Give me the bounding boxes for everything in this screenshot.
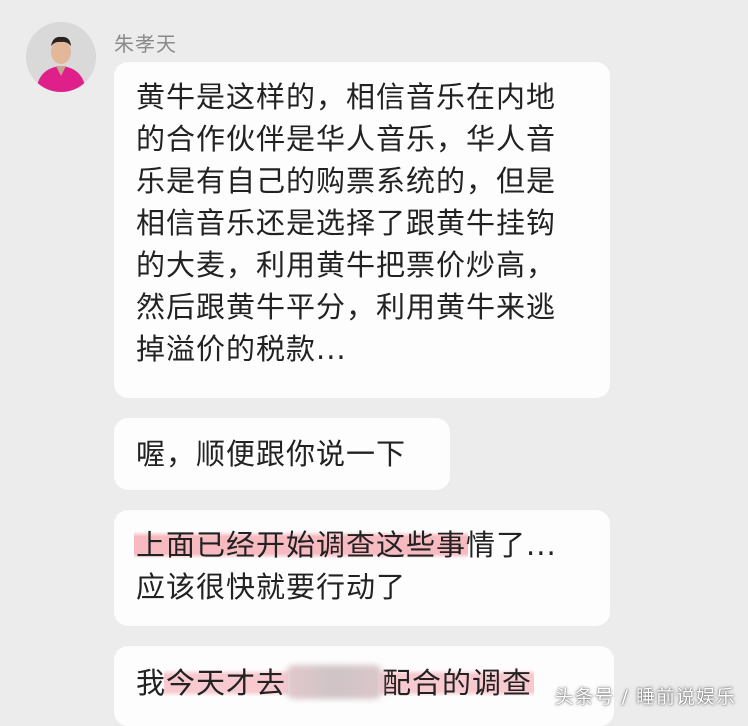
- message-line: 我今天才去 配合的调查: [136, 662, 592, 704]
- message-text: 我: [136, 666, 167, 700]
- highlighted-text: 今天才去: [164, 666, 289, 700]
- message-line: 乐是有自己的购票系统的，但是: [136, 164, 557, 198]
- watermark: 头条号 / 睡前说娱乐: [554, 686, 736, 708]
- message-bubble-4[interactable]: 我今天才去 配合的调查: [114, 646, 614, 726]
- person-avatar-icon: [26, 22, 96, 92]
- message-line: 然后跟黄牛平分，利用黄牛来逃: [136, 290, 557, 324]
- message-line: 相信音乐还是选择了跟黄牛挂钩: [136, 206, 557, 240]
- message-bubble-3[interactable]: 上面已经开始调查这些事情了... 应该很快就要行动了: [114, 510, 610, 626]
- highlighted-text: 配合的调查: [380, 666, 535, 700]
- message-text: 情了...: [466, 528, 557, 562]
- message-line: 喔，顺便跟你说一下: [136, 437, 407, 471]
- highlighted-text: 上面已经开始调查这些事: [134, 528, 469, 562]
- message-line: 的合作伙伴是华人音乐，华人音: [136, 122, 557, 156]
- message-line: 黄牛是这样的，相信音乐在内地: [136, 80, 557, 114]
- sender-name: 朱孝天: [114, 32, 177, 56]
- avatar[interactable]: [26, 22, 96, 92]
- message-bubble-1[interactable]: 黄牛是这样的，相信音乐在内地 的合作伙伴是华人音乐，华人音 乐是有自己的购票系统…: [114, 62, 610, 398]
- message-line: 上面已经开始调查这些事情了...: [134, 524, 588, 566]
- redacted-blur: [286, 665, 383, 699]
- message-line: 应该很快就要行动了: [136, 570, 407, 604]
- message-line: 掉溢价的税款...: [136, 332, 347, 366]
- message-bubble-2[interactable]: 喔，顺便跟你说一下: [114, 418, 450, 490]
- message-line: 的大麦，利用黄牛把票价炒高，: [136, 248, 557, 282]
